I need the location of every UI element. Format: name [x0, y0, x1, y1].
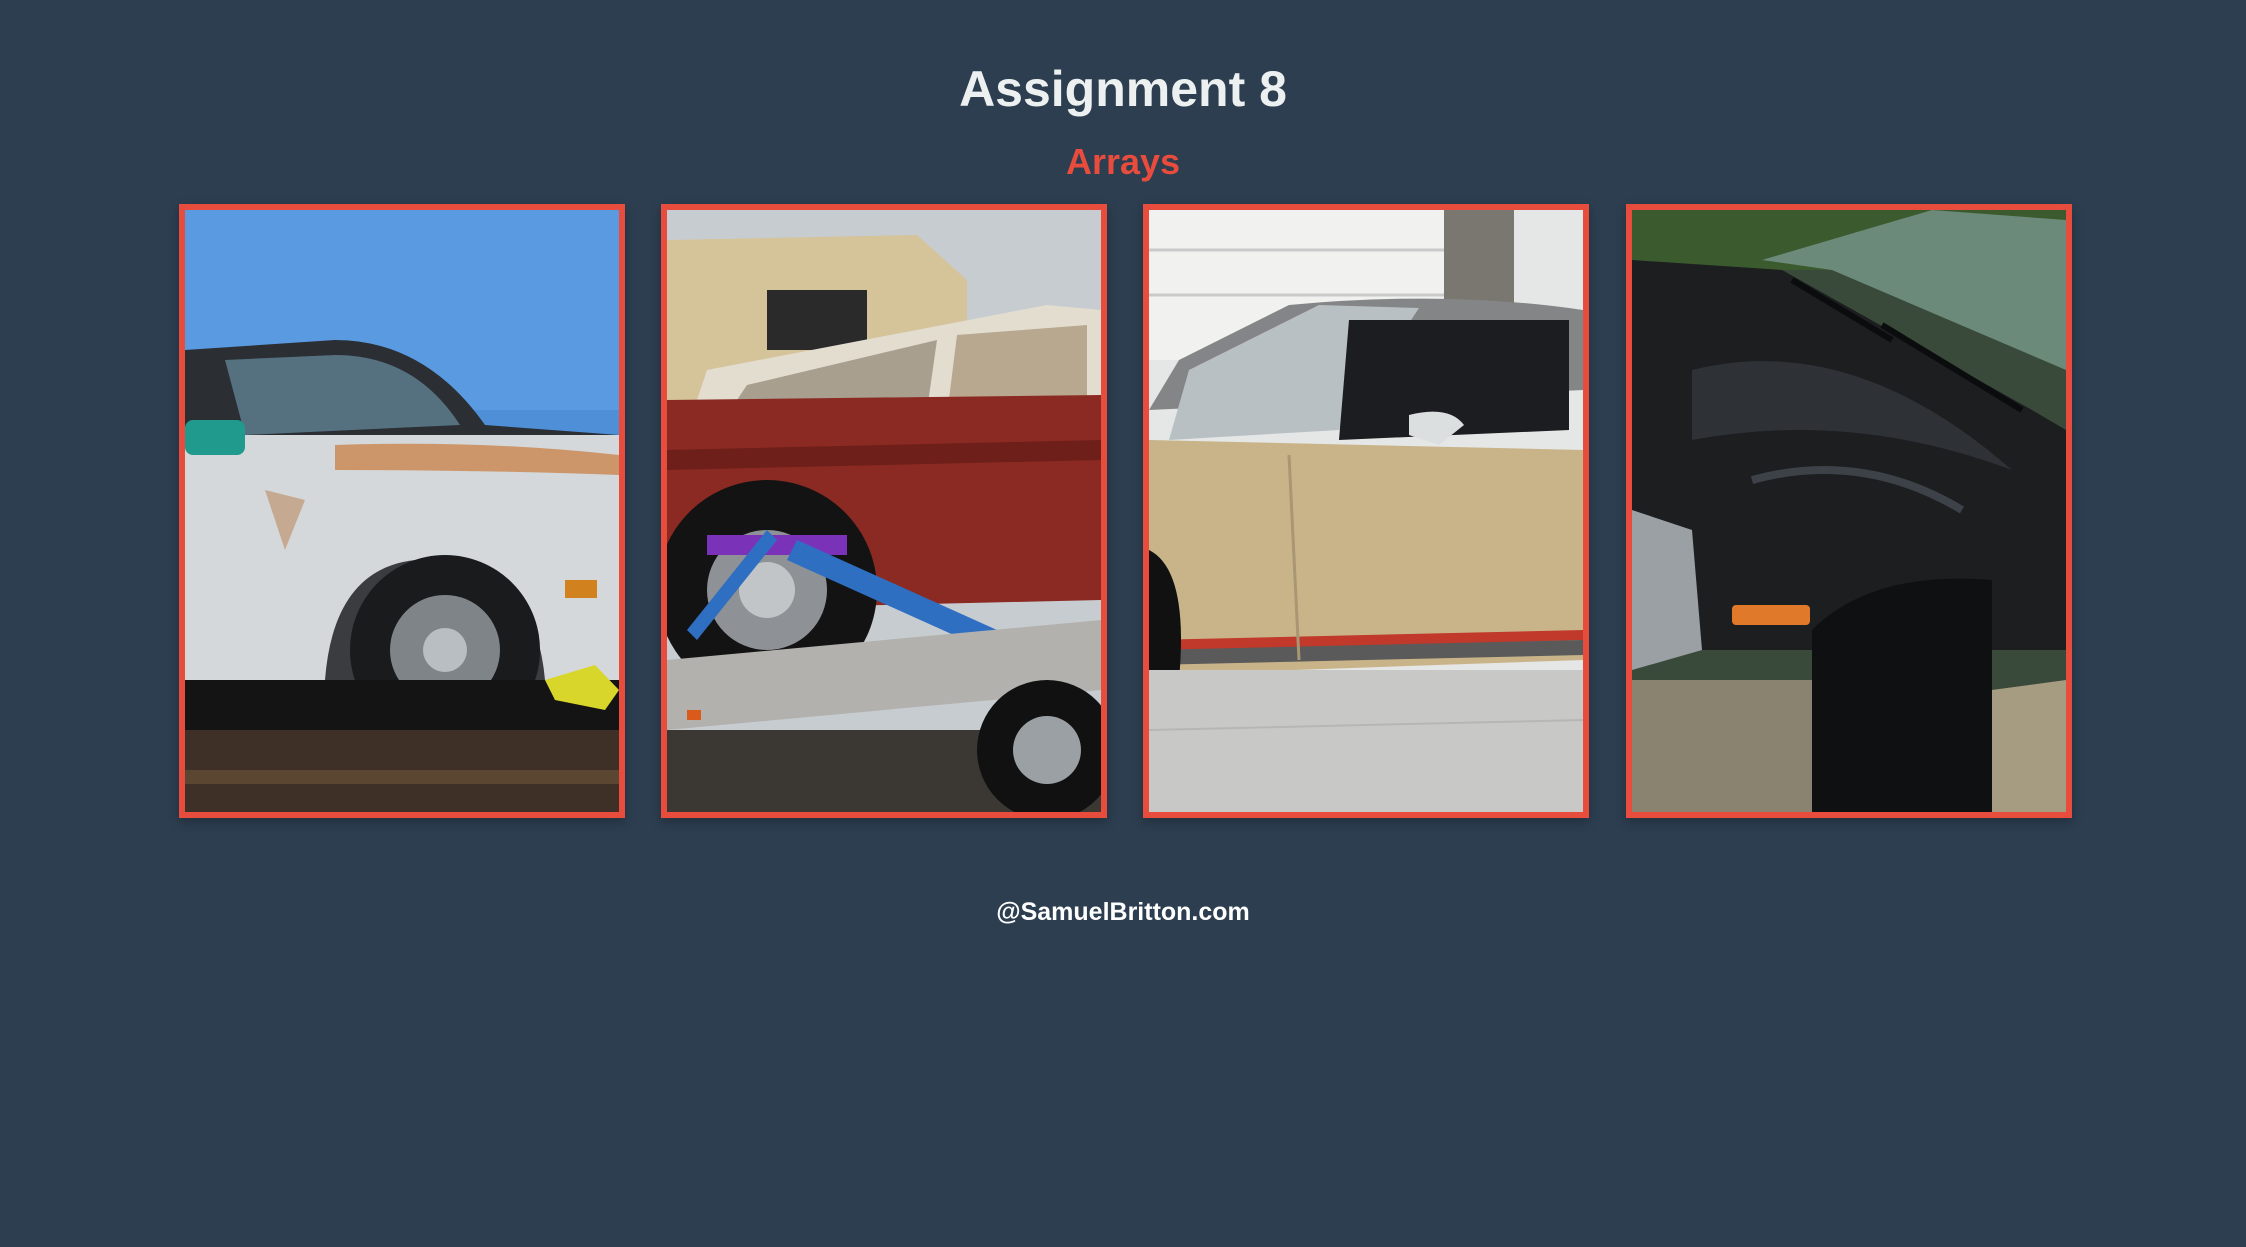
car-photo-2: [667, 210, 1101, 812]
car-photo-4: [1632, 210, 2066, 812]
car-photo-1: [185, 210, 619, 812]
page-title: Assignment 8: [959, 60, 1287, 117]
car-photo-3: [1149, 210, 1583, 812]
gallery-image-2[interactable]: [661, 204, 1107, 818]
gallery-image-4[interactable]: [1626, 204, 2072, 818]
image-gallery: [179, 204, 2072, 818]
page-subtitle: Arrays: [1065, 140, 1181, 182]
footer-credit: @SamuelBritton.com: [996, 898, 1250, 926]
gallery-image-3[interactable]: [1143, 204, 1589, 818]
gallery-image-1[interactable]: [179, 204, 625, 818]
